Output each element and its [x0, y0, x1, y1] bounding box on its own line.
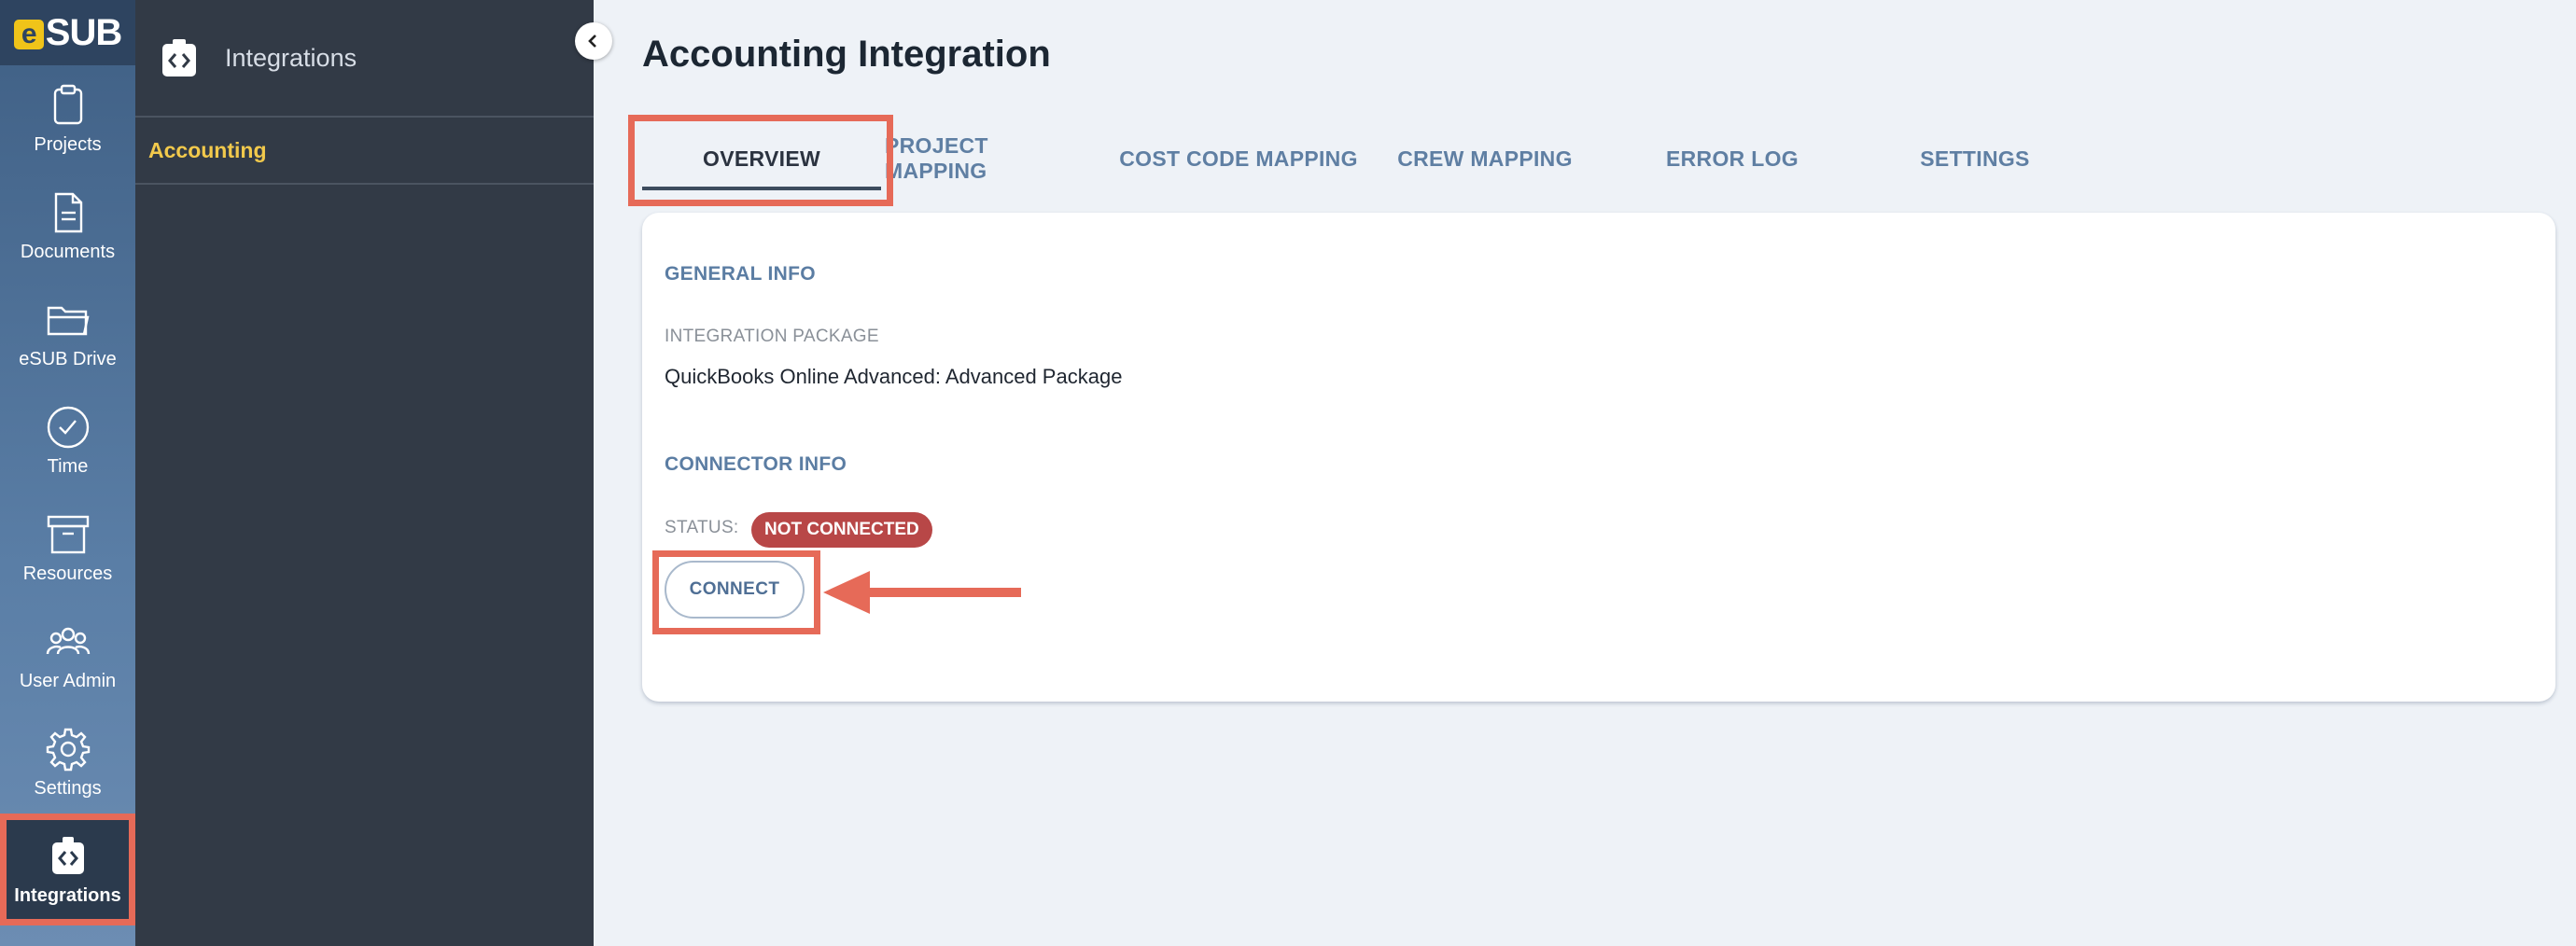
tab-settings[interactable]: SETTINGS: [1900, 116, 2050, 202]
nav-item-integrations[interactable]: Integrations: [0, 814, 135, 925]
clipboard-icon: [53, 84, 82, 125]
connect-highlight-annotation: [652, 550, 820, 634]
integration-package-label: INTEGRATION PACKAGE: [665, 327, 879, 346]
tab-cost-code-mapping[interactable]: COST CODE MAPPING: [1116, 116, 1361, 202]
status-label: STATUS:: [665, 518, 739, 537]
overview-card: [642, 213, 2555, 702]
sidebar-item-accounting[interactable]: Accounting: [135, 118, 594, 185]
tab-highlight-annotation: [628, 115, 893, 206]
nav-item-esub-drive[interactable]: eSUB Drive: [0, 280, 135, 387]
document-icon: [54, 192, 82, 233]
connector-info-heading: CONNECTOR INFO: [665, 453, 847, 475]
archive-box-icon: [47, 515, 89, 554]
chevron-left-icon: [588, 35, 596, 48]
folder-icon: [47, 306, 89, 336]
arrow-annotation-icon: [823, 571, 1021, 614]
integration-package-value: QuickBooks Online Advanced: Advanced Pac…: [665, 365, 1123, 388]
gear-icon: [46, 728, 90, 772]
integrations-icon: [51, 836, 84, 874]
integrations-icon: [162, 39, 196, 77]
tab-error-log[interactable]: ERROR LOG: [1658, 116, 1807, 202]
sidebar-title: Integrations: [225, 43, 357, 72]
integrations-sidebar: Integrations Accounting: [135, 0, 594, 946]
tab-crew-mapping[interactable]: CREW MAPPING: [1396, 116, 1574, 202]
nav-item-user-admin[interactable]: User Admin: [0, 602, 135, 709]
general-info-heading: GENERAL INFO: [665, 263, 816, 285]
tab-project-mapping[interactable]: PROJECT MAPPING: [885, 116, 1090, 202]
nav-item-documents[interactable]: Documents: [0, 173, 135, 280]
nav-item-resources[interactable]: Resources: [0, 494, 135, 602]
esub-logo[interactable]: e SUB: [0, 0, 135, 65]
page-title: Accounting Integration: [642, 34, 1051, 75]
nav-item-time[interactable]: Time: [0, 387, 135, 494]
sidebar-item-label: Accounting: [148, 137, 267, 162]
clock-icon: [47, 406, 89, 449]
main-nav-rail: e SUB Projects Documents eSUB Drive Time …: [0, 0, 135, 946]
collapse-sidebar-button[interactable]: [575, 22, 612, 60]
nav-item-settings[interactable]: Settings: [0, 709, 135, 816]
nav-item-projects[interactable]: Projects: [0, 65, 135, 173]
users-icon: [46, 627, 90, 655]
sidebar-header: Integrations: [135, 0, 594, 118]
status-badge: NOT CONNECTED: [751, 512, 932, 548]
